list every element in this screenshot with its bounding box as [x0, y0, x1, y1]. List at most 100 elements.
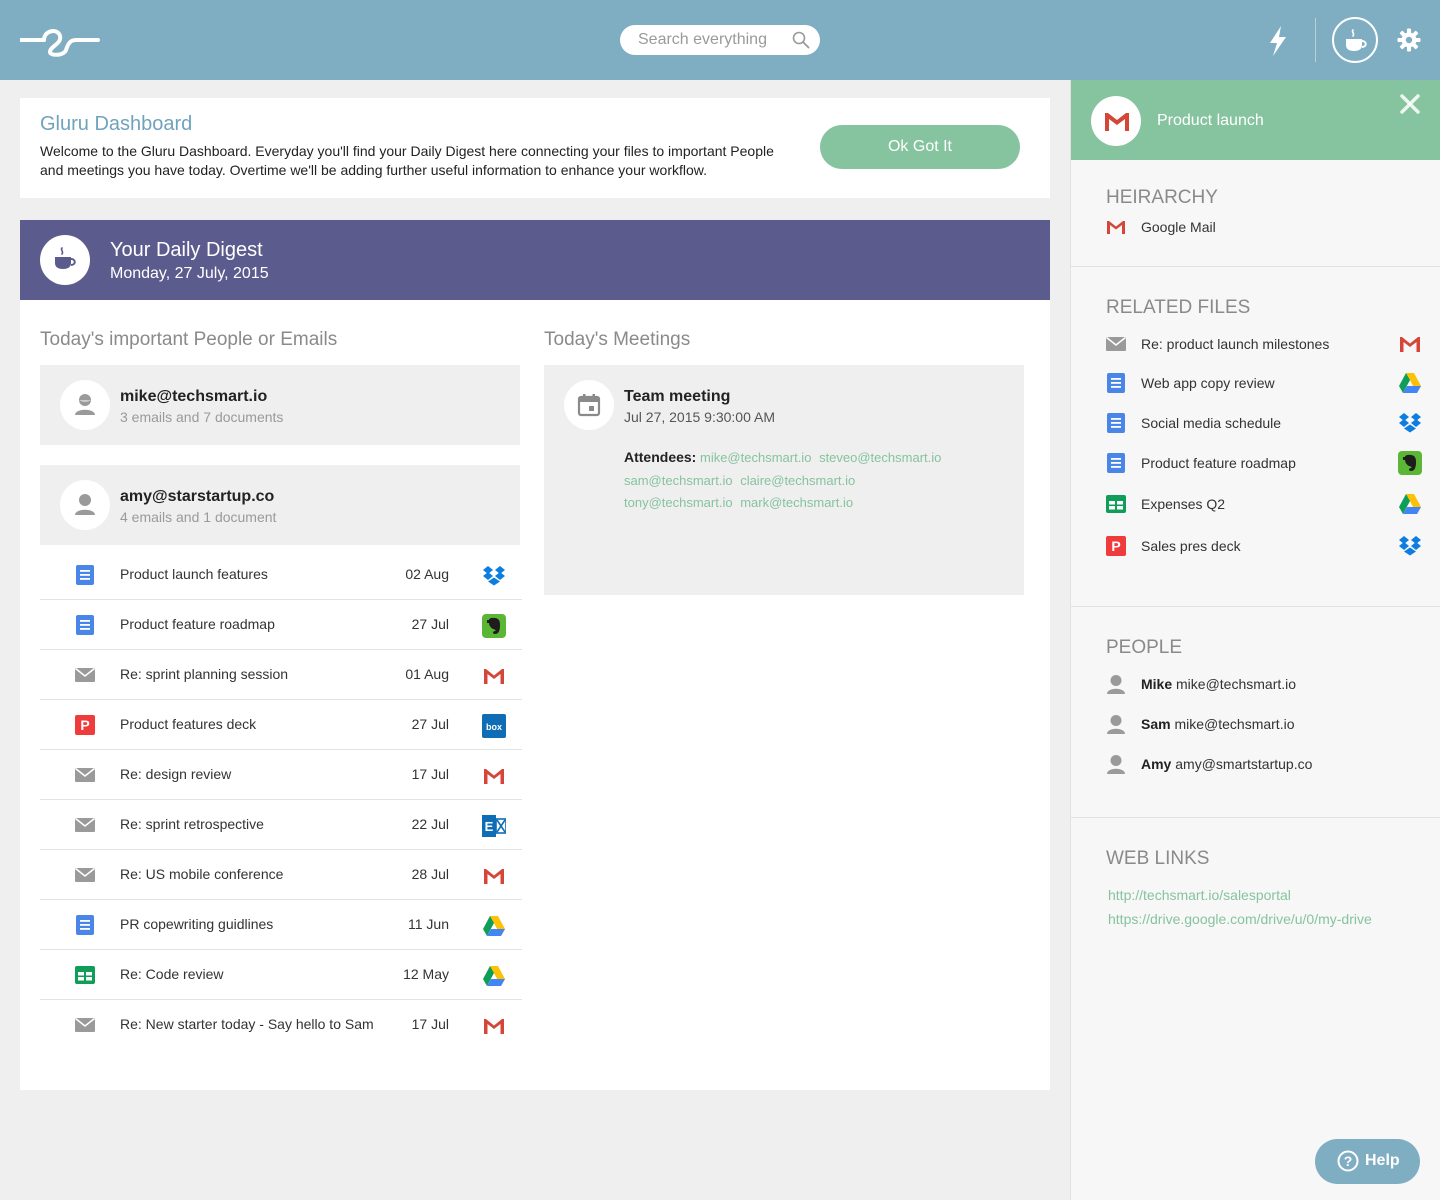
- search-input[interactable]: [620, 25, 820, 55]
- person-summary: 3 emails and 7 documents: [120, 409, 284, 425]
- file-name: Product feature roadmap: [120, 616, 275, 632]
- person-row[interactable]: Sam mike@techsmart.io: [1106, 712, 1421, 736]
- file-row[interactable]: PR copewriting guidlines 11 Jun: [40, 900, 522, 950]
- related-file-name: Expenses Q2: [1141, 496, 1226, 512]
- file-row[interactable]: Re: design review 17 Jul: [40, 750, 522, 800]
- welcome-text: Welcome to the Gluru Dashboard. Everyday…: [40, 143, 774, 178]
- user-icon: [1106, 754, 1126, 774]
- web-link[interactable]: https://drive.google.com/drive/u/0/my-dr…: [1108, 911, 1372, 927]
- mail-icon: [75, 1015, 95, 1035]
- google-drive-icon: [1398, 371, 1422, 395]
- person-info: Amy amy@smartstartup.co: [1141, 756, 1312, 772]
- gear-icon[interactable]: [1397, 28, 1421, 52]
- meetings-section-title: Today's Meetings: [544, 329, 691, 350]
- related-file-row[interactable]: Expenses Q2: [1106, 492, 1421, 516]
- file-name: Product launch features: [120, 566, 268, 582]
- dropbox-icon: [1398, 411, 1422, 435]
- attendee-link[interactable]: steveo@techsmart.io: [819, 450, 941, 465]
- box-icon: box: [482, 714, 506, 738]
- file-row[interactable]: Product feature roadmap 27 Jul: [40, 600, 522, 650]
- sheet-icon: [1106, 494, 1126, 514]
- person-name: Mike: [1141, 676, 1173, 692]
- related-file-name: Social media schedule: [1141, 415, 1282, 431]
- presentation-icon: P: [1106, 536, 1126, 556]
- meeting-card[interactable]: Team meeting Jul 27, 2015 9:30:00 AM Att…: [544, 365, 1024, 595]
- google-drive-icon: [1398, 492, 1422, 516]
- file-date: 11 Jun: [408, 916, 449, 932]
- person-card[interactable]: mike@techsmart.io 3 emails and 7 documen…: [40, 365, 520, 445]
- file-date: 01 Aug: [405, 666, 449, 682]
- daily-digest-card: Your Daily Digest Monday, 27 July, 2015 …: [20, 220, 1050, 1090]
- hierarchy-item[interactable]: Google Mail: [1106, 215, 1421, 239]
- gmail-icon: [482, 764, 506, 788]
- web-link[interactable]: http://techsmart.io/salesportal: [1108, 887, 1291, 903]
- file-date: 28 Jul: [411, 866, 449, 882]
- file-row[interactable]: Re: sprint retrospective 22 Jul E: [40, 800, 522, 850]
- related-file-row[interactable]: P Sales pres deck: [1106, 534, 1421, 558]
- people-title: PEOPLE: [1106, 637, 1183, 658]
- file-row[interactable]: Re: sprint planning session 01 Aug: [40, 650, 522, 700]
- attendee-link[interactable]: mike@techsmart.io: [700, 450, 811, 465]
- file-row[interactable]: Re: New starter today - Say hello to Sam…: [40, 1000, 522, 1050]
- help-icon: ?: [1337, 1150, 1359, 1172]
- ok-got-it-button[interactable]: Ok Got It: [820, 125, 1020, 169]
- daily-digest-button[interactable]: [1332, 17, 1378, 63]
- coffee-cup-icon: [1346, 29, 1367, 51]
- mail-icon: [75, 865, 95, 885]
- file-date: 17 Jul: [411, 766, 449, 782]
- doc-icon: [1106, 453, 1126, 473]
- file-date: 22 Jul: [411, 816, 449, 832]
- digest-title: Your Daily Digest: [110, 239, 263, 261]
- related-file-row[interactable]: Re: product launch milestones: [1106, 332, 1421, 356]
- person-summary: 4 emails and 1 document: [120, 509, 277, 525]
- related-file-row[interactable]: Product feature roadmap: [1106, 451, 1422, 475]
- file-list: Product launch features 02 Aug Product fea…: [40, 550, 522, 1050]
- related-files-title: RELATED FILES: [1106, 297, 1251, 318]
- evernote-icon: [1398, 451, 1422, 475]
- related-files-section: RELATED FILES Re: product launch milesto…: [1071, 267, 1440, 607]
- help-button[interactable]: ? Help: [1315, 1139, 1420, 1184]
- panel-avatar: [1091, 96, 1141, 146]
- people-section-title: Today's important People or Emails: [40, 329, 338, 350]
- doc-icon: [75, 915, 95, 935]
- file-name: Re: sprint planning session: [120, 666, 289, 682]
- file-row[interactable]: Re: US mobile conference 28 Jul: [40, 850, 522, 900]
- lightning-icon[interactable]: [1266, 26, 1290, 56]
- meeting-title: Team meeting: [624, 388, 731, 405]
- details-panel: Product launch HEIRARCHY Google Mail REL…: [1070, 80, 1440, 1200]
- presentation-icon: P: [75, 715, 95, 735]
- dropbox-icon: [482, 564, 506, 588]
- person-row[interactable]: Amy amy@smartstartup.co: [1106, 752, 1421, 776]
- svg-text:E: E: [485, 819, 494, 834]
- close-icon[interactable]: [1400, 94, 1420, 114]
- person-row[interactable]: Mike mike@techsmart.io: [1106, 672, 1421, 696]
- file-name: Re: sprint retrospective: [120, 816, 264, 832]
- search-icon[interactable]: [792, 31, 810, 49]
- related-file-row[interactable]: Social media schedule: [1106, 411, 1421, 435]
- file-row[interactable]: P Product features deck 27 Jul box: [40, 700, 522, 750]
- person-card[interactable]: amy@starstartup.co 4 emails and 1 docume…: [40, 465, 520, 545]
- file-name: Product features deck: [120, 716, 257, 732]
- attendee-link[interactable]: sam@techsmart.io: [624, 473, 733, 488]
- file-row[interactable]: Re: Code review 12 May: [40, 950, 522, 1000]
- svg-text:P: P: [1111, 538, 1120, 554]
- web-links-title: WEB LINKS: [1106, 848, 1210, 869]
- meeting-attendees: Attendees: mike@techsmart.io steveo@tech…: [624, 446, 1004, 515]
- mail-icon: [75, 665, 95, 685]
- calendar-icon: [577, 394, 601, 417]
- digest-avatar: [40, 235, 90, 285]
- gmail-icon: [482, 664, 506, 688]
- person-email: mike@techsmart.io: [1176, 676, 1297, 692]
- attendee-link[interactable]: claire@techsmart.io: [740, 473, 855, 488]
- logo-icon[interactable]: [20, 22, 100, 58]
- attendees-label: Attendees:: [624, 449, 697, 465]
- welcome-title: Gluru Dashboard: [40, 113, 193, 135]
- file-name: PR copewriting guidlines: [120, 916, 274, 932]
- attendee-link[interactable]: tony@techsmart.io: [624, 495, 733, 510]
- file-row[interactable]: Product launch features 02 Aug: [40, 550, 522, 600]
- attendee-link[interactable]: mark@techsmart.io: [740, 495, 853, 510]
- header-divider: [1315, 18, 1316, 62]
- mail-icon: [1106, 334, 1126, 354]
- user-icon: [1106, 714, 1126, 734]
- related-file-row[interactable]: Web app copy review: [1106, 371, 1421, 395]
